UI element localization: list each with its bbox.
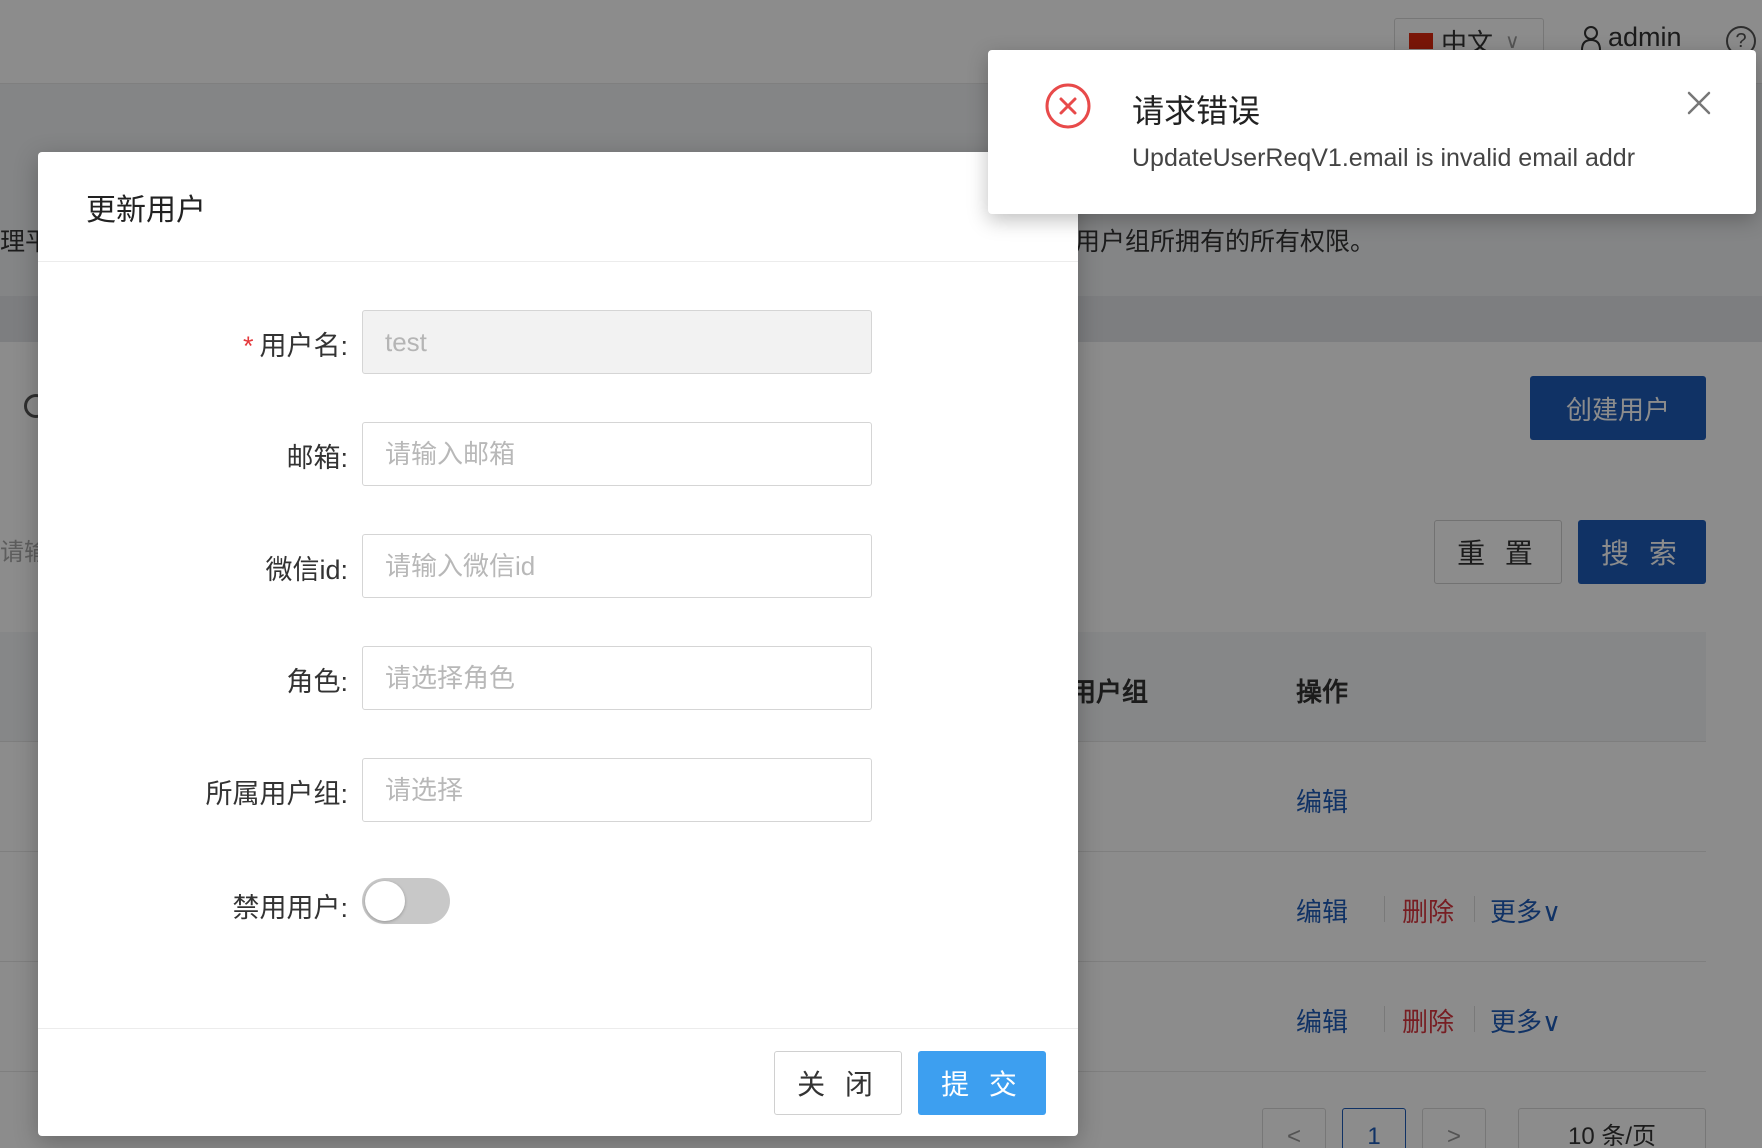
wechat-row: 微信id: bbox=[38, 534, 1078, 598]
email-label: 邮箱: bbox=[286, 443, 348, 473]
close-icon[interactable] bbox=[1684, 88, 1714, 118]
email-row: 邮箱: bbox=[38, 422, 1078, 486]
username-label-text: 用户名: bbox=[259, 331, 348, 361]
email-field[interactable] bbox=[362, 422, 872, 486]
wechat-id-field[interactable] bbox=[362, 534, 872, 598]
dialog-title: 更新用户 bbox=[86, 193, 206, 227]
group-label: 所属用户组: bbox=[205, 779, 348, 809]
role-row: 角色: bbox=[38, 646, 1078, 710]
close-button[interactable]: 关 闭 bbox=[774, 1051, 902, 1115]
group-row: 所属用户组: bbox=[38, 758, 1078, 822]
disable-user-label: 禁用用户: bbox=[232, 893, 348, 923]
dialog-header: 更新用户 bbox=[38, 152, 1078, 262]
error-circle-icon bbox=[1045, 83, 1091, 129]
role-select[interactable] bbox=[362, 646, 872, 710]
error-notification: 请求错误 UpdateUserReqV1.email is invalid em… bbox=[988, 50, 1756, 214]
wechat-label: 微信id: bbox=[265, 555, 348, 585]
disable-user-toggle[interactable] bbox=[362, 878, 450, 924]
required-asterisk: * bbox=[242, 331, 254, 361]
user-group-select[interactable] bbox=[362, 758, 872, 822]
dialog-footer: 关 闭 提 交 bbox=[38, 1028, 1078, 1136]
role-label: 角色: bbox=[286, 667, 348, 697]
username-row: * 用户名: bbox=[38, 310, 1078, 374]
update-user-dialog: 更新用户 *用户名: 邮箱: 微信id: 角色: 所属用户组: 禁用用户: 关 … bbox=[38, 152, 1078, 1136]
toggle-knob bbox=[365, 881, 405, 921]
notification-message: UpdateUserReqV1.email is invalid email a… bbox=[1132, 144, 1636, 172]
disable-row: 禁用用户: bbox=[38, 872, 1078, 936]
username-label: * 用户名: bbox=[243, 324, 348, 363]
username-field bbox=[362, 310, 872, 374]
notification-title: 请求错误 bbox=[1132, 93, 1261, 129]
submit-button[interactable]: 提 交 bbox=[918, 1051, 1046, 1115]
